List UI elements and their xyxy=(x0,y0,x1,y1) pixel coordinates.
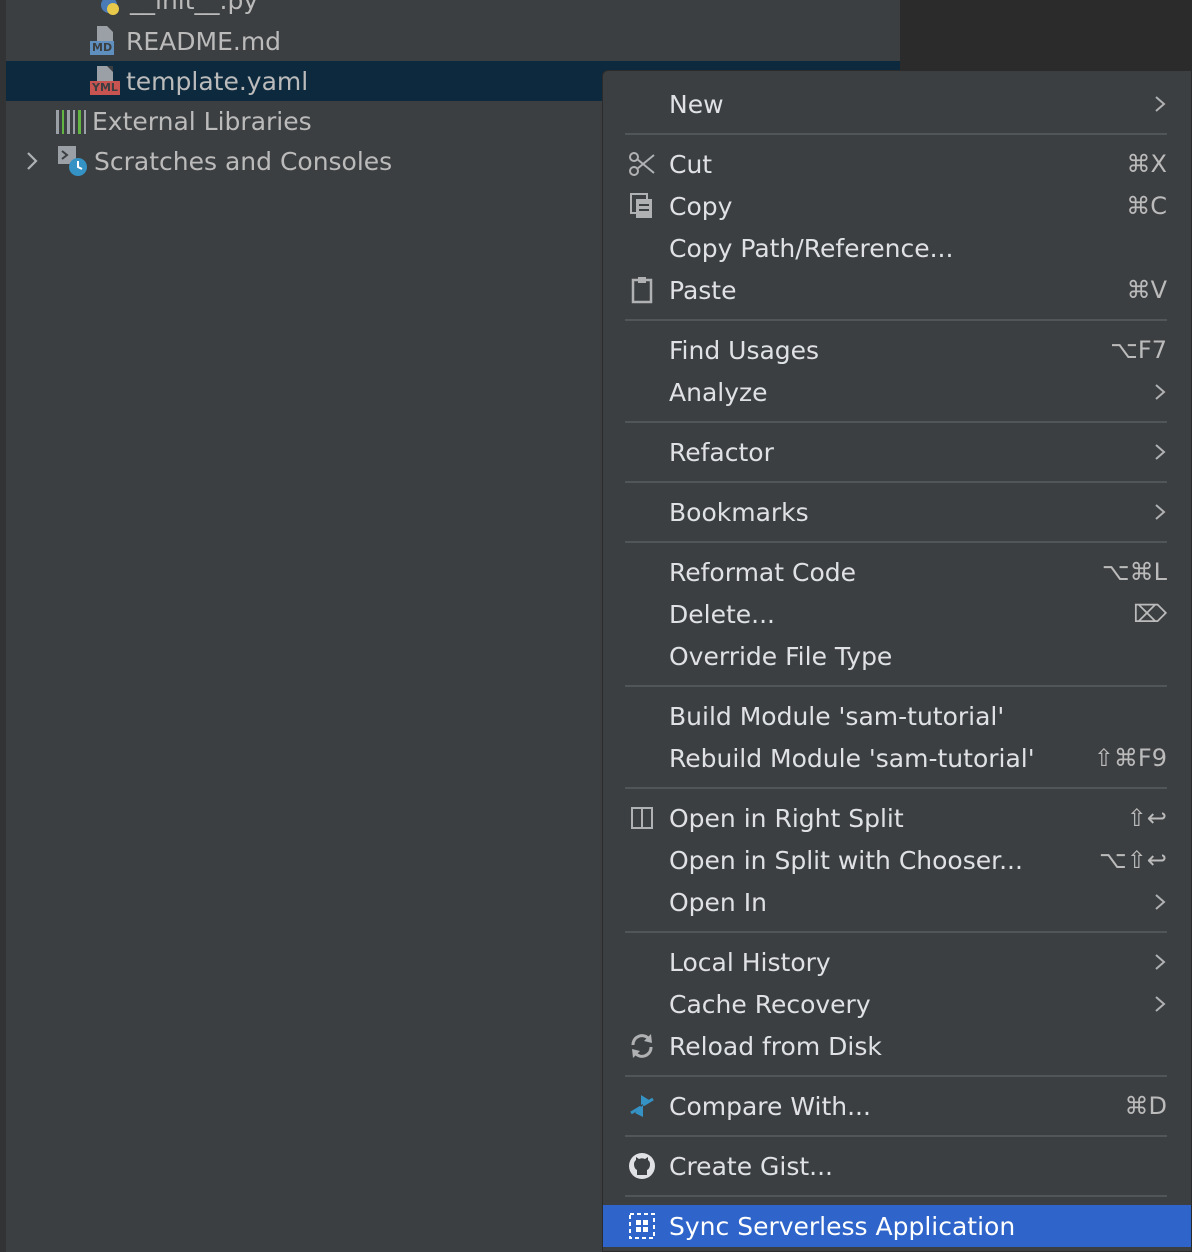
menu-item-label: Reformat Code xyxy=(669,557,856,587)
tree-item-init-py[interactable]: __init__.py xyxy=(6,0,900,20)
menu-item-shortcut: ⇧↩ xyxy=(1126,804,1167,832)
menu-separator xyxy=(625,421,1167,423)
menu-item-open-in[interactable]: Open In xyxy=(603,881,1191,923)
menu-separator xyxy=(625,1135,1167,1137)
submenu-arrow-icon xyxy=(1155,894,1166,910)
menu-item-label: Paste xyxy=(669,275,737,305)
menu-item-label: Override File Type xyxy=(669,641,893,671)
tree-item-label: __init__.py xyxy=(130,0,259,15)
menu-item-bookmarks[interactable]: Bookmarks xyxy=(603,491,1191,533)
tree-item-label: External Libraries xyxy=(92,106,312,136)
markdown-file-icon: MD xyxy=(90,26,120,56)
tree-item-label: README.md xyxy=(126,26,282,56)
menu-item-reload-from-disk[interactable]: Reload from Disk xyxy=(603,1025,1191,1067)
menu-item-shortcut: ⌥F7 xyxy=(1110,336,1167,364)
menu-item-label: Analyze xyxy=(669,377,768,407)
tree-item-label: template.yaml xyxy=(126,66,309,96)
scratches-icon xyxy=(56,144,90,178)
menu-item-analyze[interactable]: Analyze xyxy=(603,371,1191,413)
menu-item-shortcut: ⌘X xyxy=(1126,150,1167,178)
submenu-arrow-icon xyxy=(1155,96,1166,112)
panel-edge xyxy=(0,0,6,1252)
menu-item-label: Cut xyxy=(669,149,713,179)
submenu-arrow-icon xyxy=(1155,504,1166,520)
menu-item-label: Copy Path/Reference... xyxy=(669,233,954,263)
menu-item-cut[interactable]: Cut ⌘X xyxy=(603,143,1191,185)
menu-item-local-history[interactable]: Local History xyxy=(603,941,1191,983)
menu-item-shortcut: ⌥⇧↩ xyxy=(1099,846,1167,874)
menu-item-label: Refactor xyxy=(669,437,774,467)
tree-item-label: Scratches and Consoles xyxy=(94,146,393,176)
menu-separator xyxy=(625,787,1167,789)
menu-item-reformat-code[interactable]: Reformat Code ⌥⌘L xyxy=(603,551,1191,593)
clipboard-icon xyxy=(627,275,657,305)
scissors-icon xyxy=(627,149,657,179)
submenu-arrow-icon xyxy=(1155,954,1166,970)
menu-item-label: Delete... xyxy=(669,599,775,629)
menu-separator xyxy=(625,319,1167,321)
context-menu: New Cut ⌘X Copy ⌘C Copy Path/Reference..… xyxy=(602,70,1192,1252)
menu-separator xyxy=(625,133,1167,135)
tree-item-readme[interactable]: MD README.md xyxy=(6,21,900,61)
menu-item-label: Create Gist... xyxy=(669,1151,834,1181)
menu-item-label: Open in Right Split xyxy=(669,803,904,833)
menu-item-build-module[interactable]: Build Module 'sam-tutorial' xyxy=(603,695,1191,737)
menu-item-label: Open In xyxy=(669,887,767,917)
menu-item-paste[interactable]: Paste ⌘V xyxy=(603,269,1191,311)
menu-item-label: Sync Serverless Application xyxy=(669,1211,1016,1241)
menu-separator xyxy=(625,481,1167,483)
submenu-arrow-icon xyxy=(1155,384,1166,400)
menu-separator xyxy=(625,685,1167,687)
menu-item-create-gist[interactable]: Create Gist... xyxy=(603,1145,1191,1187)
menu-item-label: Open in Split with Chooser... xyxy=(669,845,1023,875)
menu-item-copy-path[interactable]: Copy Path/Reference... xyxy=(603,227,1191,269)
menu-separator xyxy=(625,541,1167,543)
chevron-right-icon[interactable] xyxy=(22,149,42,173)
menu-item-label: Local History xyxy=(669,947,831,977)
menu-separator xyxy=(625,1075,1167,1077)
menu-item-shortcut: ⌦ xyxy=(1133,600,1167,628)
menu-item-find-usages[interactable]: Find Usages ⌥F7 xyxy=(603,329,1191,371)
menu-item-new[interactable]: New xyxy=(603,83,1191,125)
menu-item-label: Bookmarks xyxy=(669,497,809,527)
menu-item-label: Cache Recovery xyxy=(669,989,871,1019)
menu-item-override-file-type[interactable]: Override File Type xyxy=(603,635,1191,677)
compare-arrows-icon xyxy=(627,1091,657,1121)
menu-item-cache-recovery[interactable]: Cache Recovery xyxy=(603,983,1191,1025)
menu-item-shortcut: ⌥⌘L xyxy=(1101,558,1167,586)
menu-item-label: Build Module 'sam-tutorial' xyxy=(669,701,1005,731)
menu-item-open-split-chooser[interactable]: Open in Split with Chooser... ⌥⇧↩ xyxy=(603,839,1191,881)
menu-item-label: Rebuild Module 'sam-tutorial' xyxy=(669,743,1035,773)
menu-item-compare-with[interactable]: Compare With... ⌘D xyxy=(603,1085,1191,1127)
serverless-icon xyxy=(627,1211,657,1241)
python-file-icon xyxy=(94,0,124,15)
menu-separator xyxy=(625,931,1167,933)
menu-item-label: Find Usages xyxy=(669,335,820,365)
refresh-icon xyxy=(627,1031,657,1061)
menu-item-shortcut: ⌘V xyxy=(1126,276,1167,304)
menu-item-copy[interactable]: Copy ⌘C xyxy=(603,185,1191,227)
menu-item-refactor[interactable]: Refactor xyxy=(603,431,1191,473)
menu-item-shortcut: ⇧⌘F9 xyxy=(1093,744,1167,772)
menu-item-shortcut: ⌘D xyxy=(1124,1092,1167,1120)
menu-item-label: Compare With... xyxy=(669,1091,871,1121)
menu-item-label: New xyxy=(669,89,724,119)
menu-item-delete[interactable]: Delete... ⌦ xyxy=(603,593,1191,635)
libraries-icon xyxy=(56,108,86,134)
menu-item-label: Reload from Disk xyxy=(669,1031,882,1061)
copy-icon xyxy=(627,191,657,221)
submenu-arrow-icon xyxy=(1155,996,1166,1012)
menu-item-open-right-split[interactable]: Open in Right Split ⇧↩ xyxy=(603,797,1191,839)
submenu-arrow-icon xyxy=(1155,444,1166,460)
menu-item-sync-serverless-application[interactable]: Sync Serverless Application xyxy=(603,1205,1191,1247)
menu-item-shortcut: ⌘C xyxy=(1126,192,1167,220)
split-view-icon xyxy=(627,803,657,833)
github-icon xyxy=(627,1151,657,1181)
yaml-file-icon: YML xyxy=(90,66,120,96)
menu-item-rebuild-module[interactable]: Rebuild Module 'sam-tutorial' ⇧⌘F9 xyxy=(603,737,1191,779)
menu-separator xyxy=(625,1195,1167,1197)
menu-item-label: Copy xyxy=(669,191,733,221)
